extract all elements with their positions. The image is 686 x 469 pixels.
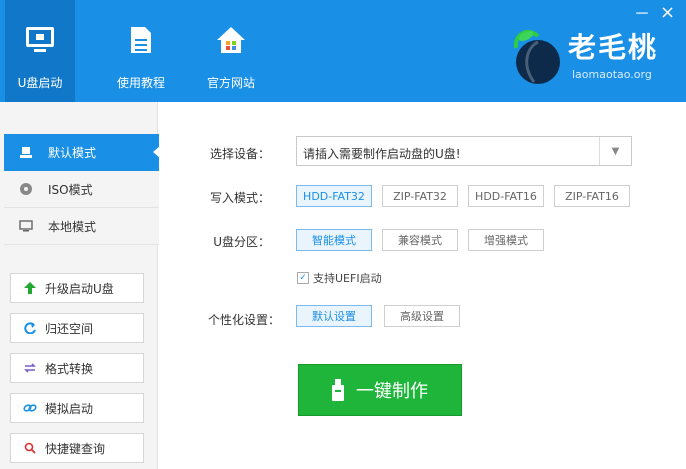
restore-space-label: 归还空间 [45, 321, 94, 336]
default-settings-button[interactable]: 默认设置 [296, 305, 372, 327]
nav-tutorial[interactable]: 使用教程 [106, 14, 176, 91]
usb-drive-icon [332, 379, 344, 401]
uefi-checkbox[interactable]: ✓ 支持UEFI启动 [297, 270, 382, 286]
convert-icon [23, 361, 37, 375]
app-logo: 老毛桃 laomaotao.org [512, 26, 672, 88]
chevron-down-icon[interactable]: ▼ [599, 137, 631, 165]
arrow-up-icon [23, 281, 37, 295]
usb-icon [18, 145, 34, 161]
home-icon [196, 14, 266, 66]
write-zip-fat32[interactable]: ZIP-FAT32 [382, 185, 458, 207]
mode-local-label: 本地模式 [48, 219, 97, 234]
nav-usb-boot-label: U盘启动 [17, 76, 63, 90]
partition-label: U盘分区： [213, 235, 270, 249]
monitor-usb-icon [5, 14, 75, 66]
header-bar: U盘启动 使用教程 官方网站 － × 老毛桃 laomaotao.org [0, 0, 686, 102]
advanced-settings-button[interactable]: 高级设置 [384, 305, 460, 327]
partition-compatible[interactable]: 兼容模式 [382, 229, 458, 251]
logo-subtext: laomaotao.org [572, 68, 652, 81]
link-icon [23, 401, 37, 415]
partition-smart[interactable]: 智能模式 [296, 229, 372, 251]
refresh-icon [23, 321, 37, 335]
upgrade-usb-button[interactable]: 升级启动U盘 [10, 273, 144, 303]
mode-iso-label: ISO模式 [48, 182, 93, 197]
restore-space-button[interactable]: 归还空间 [10, 313, 144, 343]
mode-iso[interactable]: ISO模式 [4, 171, 159, 208]
device-select[interactable]: 请插入需要制作启动盘的U盘! ▼ [296, 136, 632, 166]
nav-tutorial-label: 使用教程 [116, 76, 165, 90]
nav-usb-boot[interactable]: U盘启动 [5, 0, 75, 102]
format-convert-button[interactable]: 格式转换 [10, 353, 144, 383]
mode-default[interactable]: 默认模式 [4, 134, 160, 171]
write-hdd-fat16[interactable]: HDD-FAT16 [468, 185, 544, 207]
checkmark-icon: ✓ [297, 272, 309, 284]
device-select-value: 请插入需要制作启动盘的U盘! [303, 147, 461, 161]
write-zip-fat16[interactable]: ZIP-FAT16 [554, 185, 630, 207]
one-click-make-label: 一键制作 [356, 381, 428, 402]
peach-logo-icon [513, 29, 560, 84]
disc-icon [18, 181, 34, 197]
partition-enhanced[interactable]: 增强模式 [468, 229, 544, 251]
nav-official-site-label: 官方网站 [206, 76, 255, 90]
monitor-icon [18, 218, 34, 234]
simulate-boot-button[interactable]: 模拟启动 [10, 393, 144, 423]
logo-text: 老毛桃 [568, 31, 659, 64]
hotkey-query-label: 快捷键查询 [45, 441, 106, 456]
personal-settings-label: 个性化设置： [207, 313, 280, 327]
write-mode-label: 写入模式： [209, 191, 270, 205]
mode-local[interactable]: 本地模式 [4, 208, 159, 245]
nav-official-site[interactable]: 官方网站 [196, 14, 266, 91]
format-convert-label: 格式转换 [45, 361, 94, 376]
document-icon [106, 14, 176, 66]
search-icon [23, 441, 37, 455]
one-click-make-button[interactable]: 一键制作 [298, 364, 462, 416]
mode-default-label: 默认模式 [48, 146, 97, 160]
close-button[interactable]: × [660, 4, 675, 22]
hotkey-query-button[interactable]: 快捷键查询 [10, 433, 144, 463]
sidebar: 默认模式 ISO模式 本地模式 升级启动U盘 归还空间 格式转换 模拟启动 快捷… [0, 102, 160, 469]
simulate-boot-label: 模拟启动 [45, 401, 94, 416]
device-label: 选择设备： [209, 147, 270, 161]
uefi-label: 支持UEFI启动 [313, 272, 382, 285]
upgrade-usb-label: 升级启动U盘 [45, 281, 114, 296]
minimize-button[interactable]: － [634, 6, 650, 22]
write-hdd-fat32[interactable]: HDD-FAT32 [296, 185, 372, 207]
mode-list: 默认模式 ISO模式 本地模式 [4, 134, 160, 245]
